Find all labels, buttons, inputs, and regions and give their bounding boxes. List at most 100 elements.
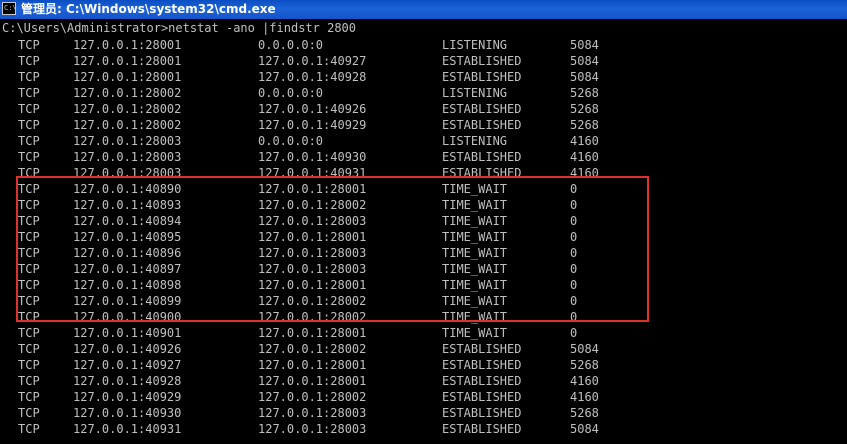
proto-cell: TCP: [18, 374, 40, 388]
table-row: TCP 127.0.0.1:40900 127.0.0.1:28002 TIME_WA…: [0, 309, 847, 325]
local-address-cell: 127.0.0.1:28003: [73, 134, 182, 148]
pid-cell: 0: [570, 326, 578, 340]
foreign-address-cell: 127.0.0.1:28002: [258, 198, 367, 212]
proto-cell: TCP: [18, 246, 40, 260]
state-cell: TIME_WAIT: [442, 278, 508, 292]
foreign-address-cell: 127.0.0.1:40926: [258, 102, 367, 116]
pid-cell: 4160: [570, 166, 599, 180]
proto-cell: TCP: [18, 182, 40, 196]
state-cell: ESTABLISHED: [442, 390, 522, 404]
local-address-cell: 127.0.0.1:28001: [73, 54, 182, 68]
pid-cell: 5268: [570, 118, 599, 132]
foreign-address-cell: 127.0.0.1:28001: [258, 326, 367, 340]
table-row: TCP 127.0.0.1:40895 127.0.0.1:28001 TIME_WA…: [0, 229, 847, 245]
proto-cell: TCP: [18, 358, 40, 372]
table-row: TCP 127.0.0.1:40901 127.0.0.1:28001 TIME_WA…: [0, 325, 847, 341]
state-cell: TIME_WAIT: [442, 214, 508, 228]
local-address-cell: 127.0.0.1:40926: [73, 342, 182, 356]
table-row: TCP 127.0.0.1:28002 0.0.0.0:0 LISTENING 5268: [0, 85, 847, 101]
title-bar[interactable]: C:\ 管理员: C:\Windows\system32\cmd.exe: [0, 0, 847, 19]
proto-cell: TCP: [18, 390, 40, 404]
local-address-cell: 127.0.0.1:40898: [73, 278, 182, 292]
state-cell: ESTABLISHED: [442, 70, 522, 84]
table-row: TCP 127.0.0.1:40930 127.0.0.1:28003 ESTABLI…: [0, 405, 847, 421]
foreign-address-cell: 127.0.0.1:40930: [258, 150, 367, 164]
table-row: TCP 127.0.0.1:40896 127.0.0.1:28003 TIME_WA…: [0, 245, 847, 261]
pid-cell: 5084: [570, 70, 599, 84]
proto-cell: TCP: [18, 310, 40, 324]
cmd-icon: C:\: [2, 2, 17, 15]
proto-cell: TCP: [18, 86, 40, 100]
local-address-cell: 127.0.0.1:40931: [73, 422, 182, 436]
table-row: TCP 127.0.0.1:28001 127.0.0.1:40927 ESTABLI…: [0, 53, 847, 69]
proto-cell: TCP: [18, 262, 40, 276]
proto-cell: TCP: [18, 102, 40, 116]
table-row: TCP 127.0.0.1:40898 127.0.0.1:28001 TIME_WA…: [0, 277, 847, 293]
foreign-address-cell: 127.0.0.1:28001: [258, 182, 367, 196]
foreign-address-cell: 127.0.0.1:28002: [258, 342, 367, 356]
state-cell: TIME_WAIT: [442, 262, 508, 276]
proto-cell: TCP: [18, 166, 40, 180]
pid-cell: 5268: [570, 86, 599, 100]
pid-cell: 0: [570, 262, 578, 276]
state-cell: LISTENING: [442, 134, 508, 148]
proto-cell: TCP: [18, 38, 40, 52]
pid-cell: 4160: [570, 390, 599, 404]
local-address-cell: 127.0.0.1:40901: [73, 326, 182, 340]
state-cell: LISTENING: [442, 86, 508, 100]
foreign-address-cell: 127.0.0.1:28003: [258, 262, 367, 276]
state-cell: ESTABLISHED: [442, 374, 522, 388]
pid-cell: 0: [570, 214, 578, 228]
foreign-address-cell: 0.0.0.0:0: [258, 134, 324, 148]
state-cell: TIME_WAIT: [442, 294, 508, 308]
state-cell: TIME_WAIT: [442, 326, 508, 340]
local-address-cell: 127.0.0.1:28002: [73, 102, 182, 116]
window-title: 管理员: C:\Windows\system32\cmd.exe: [21, 2, 276, 16]
pid-cell: 5268: [570, 102, 599, 116]
proto-cell: TCP: [18, 134, 40, 148]
pid-cell: 4160: [570, 374, 599, 388]
foreign-address-cell: 0.0.0.0:0: [258, 86, 324, 100]
state-cell: ESTABLISHED: [442, 422, 522, 436]
pid-cell: 0: [570, 310, 578, 324]
proto-cell: TCP: [18, 230, 40, 244]
state-cell: ESTABLISHED: [442, 150, 522, 164]
local-address-cell: 127.0.0.1:40928: [73, 374, 182, 388]
state-cell: TIME_WAIT: [442, 310, 508, 324]
local-address-cell: 127.0.0.1:40890: [73, 182, 182, 196]
state-cell: ESTABLISHED: [442, 54, 522, 68]
command-line: C:\Users\Administrator>netstat -ano |fin…: [2, 21, 357, 35]
pid-cell: 5268: [570, 406, 599, 420]
state-cell: ESTABLISHED: [442, 118, 522, 132]
table-row: TCP 127.0.0.1:40893 127.0.0.1:28002 TIME_WA…: [0, 197, 847, 213]
state-cell: ESTABLISHED: [442, 358, 522, 372]
table-row: TCP 127.0.0.1:40931 127.0.0.1:28003 ESTABLI…: [0, 421, 847, 437]
proto-cell: TCP: [18, 214, 40, 228]
foreign-address-cell: 127.0.0.1:28003: [258, 214, 367, 228]
proto-cell: TCP: [18, 70, 40, 84]
table-row: TCP 127.0.0.1:40899 127.0.0.1:28002 TIME_WA…: [0, 293, 847, 309]
pid-cell: 4160: [570, 134, 599, 148]
foreign-address-cell: 127.0.0.1:28002: [258, 310, 367, 324]
state-cell: TIME_WAIT: [442, 198, 508, 212]
state-cell: ESTABLISHED: [442, 342, 522, 356]
cmd-window: C:\ 管理员: C:\Windows\system32\cmd.exe C:\…: [0, 0, 847, 444]
console-output[interactable]: C:\Users\Administrator>netstat -ano |fin…: [0, 19, 847, 444]
proto-cell: TCP: [18, 326, 40, 340]
proto-cell: TCP: [18, 54, 40, 68]
local-address-cell: 127.0.0.1:28001: [73, 38, 182, 52]
state-cell: TIME_WAIT: [442, 230, 508, 244]
foreign-address-cell: 127.0.0.1:40928: [258, 70, 367, 84]
foreign-address-cell: 127.0.0.1:28003: [258, 406, 367, 420]
local-address-cell: 127.0.0.1:28003: [73, 150, 182, 164]
pid-cell: 0: [570, 294, 578, 308]
local-address-cell: 127.0.0.1:40896: [73, 246, 182, 260]
local-address-cell: 127.0.0.1:28003: [73, 166, 182, 180]
local-address-cell: 127.0.0.1:40927: [73, 358, 182, 372]
pid-cell: 0: [570, 246, 578, 260]
proto-cell: TCP: [18, 118, 40, 132]
foreign-address-cell: 127.0.0.1:28003: [258, 246, 367, 260]
local-address-cell: 127.0.0.1:28001: [73, 70, 182, 84]
table-row: TCP 127.0.0.1:40927 127.0.0.1:28001 ESTABLI…: [0, 357, 847, 373]
pid-cell: 5084: [570, 38, 599, 52]
